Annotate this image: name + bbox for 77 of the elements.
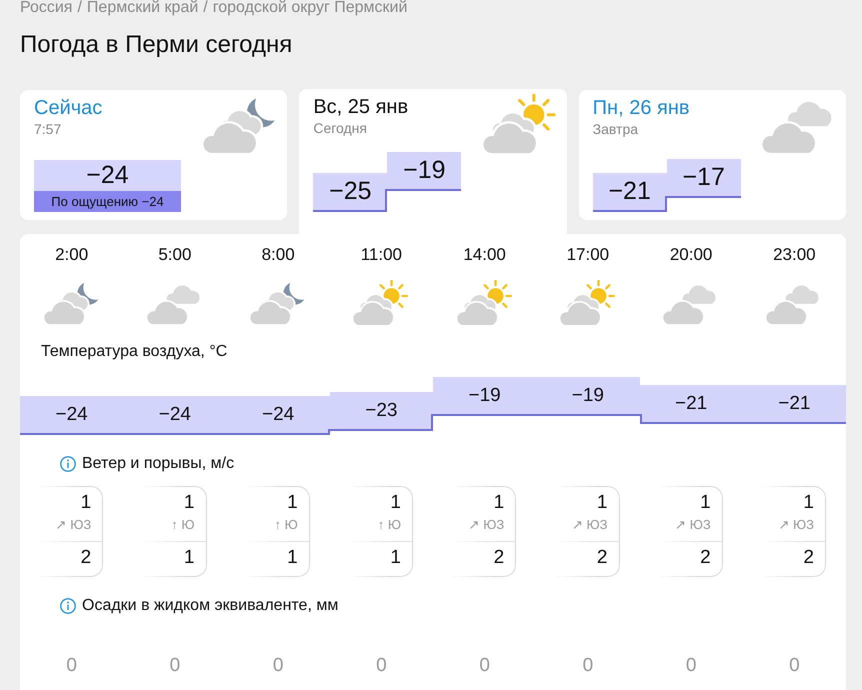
hour-label: 17:00 xyxy=(566,244,610,266)
wind-direction: ↗ ЮЗ xyxy=(675,517,711,533)
temperature-value: −24 xyxy=(56,404,88,426)
temperature-value: −19 xyxy=(572,384,604,406)
section-title: Осадки в жидком эквиваленте, мм xyxy=(82,596,338,616)
temperature-value: −23 xyxy=(365,400,398,422)
wind-speed: 1 xyxy=(287,492,298,514)
hour-label: 8:00 xyxy=(262,244,295,266)
precipitation-value: 0 xyxy=(272,654,284,678)
temperature-value: −21 xyxy=(608,177,651,206)
section-title: Ветер и порывы, м/с xyxy=(82,454,234,474)
temperature-value: −25 xyxy=(329,177,372,206)
wind-direction: ↗ ЮЗ xyxy=(572,517,608,533)
breadcrumb-link[interactable]: Россия xyxy=(20,0,72,18)
hour-label: 20:00 xyxy=(670,244,712,266)
temperature-value: −24 xyxy=(262,404,294,426)
wind-speed: 1 xyxy=(700,492,711,514)
precipitation-value: 0 xyxy=(479,654,490,678)
cloud-sun-icon xyxy=(482,94,557,154)
day-subheading: Завтра xyxy=(592,120,638,138)
precipitation-value: 0 xyxy=(376,654,387,678)
wind-direction: ↑ Ю xyxy=(274,517,298,533)
wind-direction: ↗ ЮЗ xyxy=(778,517,814,533)
wind-speed: 1 xyxy=(494,492,504,514)
breadcrumb-link[interactable]: Пермский край xyxy=(86,0,198,18)
breadcrumb-separator: / xyxy=(77,0,82,18)
wind-direction: ↑ Ю xyxy=(378,517,401,533)
wind-gust: 2 xyxy=(803,547,814,569)
wind-speed: 1 xyxy=(184,492,194,514)
section-title: Температура воздуха, °C xyxy=(41,342,228,362)
day-heading[interactable]: Пн, 26 янв xyxy=(592,96,690,120)
precipitation-value: 0 xyxy=(170,654,180,678)
wind-speed: 1 xyxy=(803,492,814,514)
page-title: Погода в Перми сегодня xyxy=(20,30,292,60)
wind-gust: 2 xyxy=(596,547,608,569)
wind-gust: 1 xyxy=(287,547,298,569)
cloud-sun-icon xyxy=(353,280,410,326)
cloud-sun-icon xyxy=(456,280,513,326)
feels-like-label: По ощущению −24 xyxy=(34,191,181,212)
breadcrumb-separator: / xyxy=(203,0,208,18)
wind-speed: 1 xyxy=(80,492,92,514)
cloud-moon-icon xyxy=(44,280,100,326)
cloud-sun-icon xyxy=(560,280,616,326)
precipitation-value: 0 xyxy=(66,654,77,678)
wind-gust: 1 xyxy=(184,547,194,569)
wind-gust: 2 xyxy=(80,547,92,569)
day-heading[interactable]: Сейчас xyxy=(34,96,102,120)
temperature-value: −21 xyxy=(675,392,708,414)
wind-gust: 2 xyxy=(494,547,504,569)
precipitation-value: 0 xyxy=(789,654,800,678)
hour-label: 11:00 xyxy=(360,244,402,266)
temperature-value: −19 xyxy=(403,156,446,185)
current-temperature: −24 xyxy=(34,160,181,191)
wind-direction: ↗ ЮЗ xyxy=(56,517,92,533)
wind-speed: 1 xyxy=(390,492,401,514)
temperature-value: −24 xyxy=(158,404,191,426)
wind-gust: 1 xyxy=(390,547,401,569)
temperature-value: −19 xyxy=(468,384,501,406)
day-subheading: Сегодня xyxy=(313,119,367,137)
precipitation-value: 0 xyxy=(582,654,594,678)
wind-direction: ↑ Ю xyxy=(171,517,194,533)
day-subheading: 7:57 xyxy=(34,120,62,138)
precipitation-value: 0 xyxy=(686,654,696,678)
wind-gust: 2 xyxy=(700,547,711,569)
temperature-value: −21 xyxy=(778,392,810,414)
hour-label: 2:00 xyxy=(55,244,88,266)
wind-direction: ↗ ЮЗ xyxy=(468,517,504,533)
hour-label: 14:00 xyxy=(463,244,506,266)
cloud-moon-icon xyxy=(250,280,306,326)
temperature-value: −17 xyxy=(682,163,725,192)
hour-label: 23:00 xyxy=(773,244,816,266)
breadcrumb-link[interactable]: городской округ Пермский xyxy=(212,0,408,18)
hour-label: 5:00 xyxy=(158,244,192,266)
info-icon[interactable] xyxy=(60,456,76,472)
info-icon[interactable] xyxy=(60,598,76,614)
day-heading: Вс, 25 янв xyxy=(313,95,408,119)
wind-speed: 1 xyxy=(596,492,608,514)
